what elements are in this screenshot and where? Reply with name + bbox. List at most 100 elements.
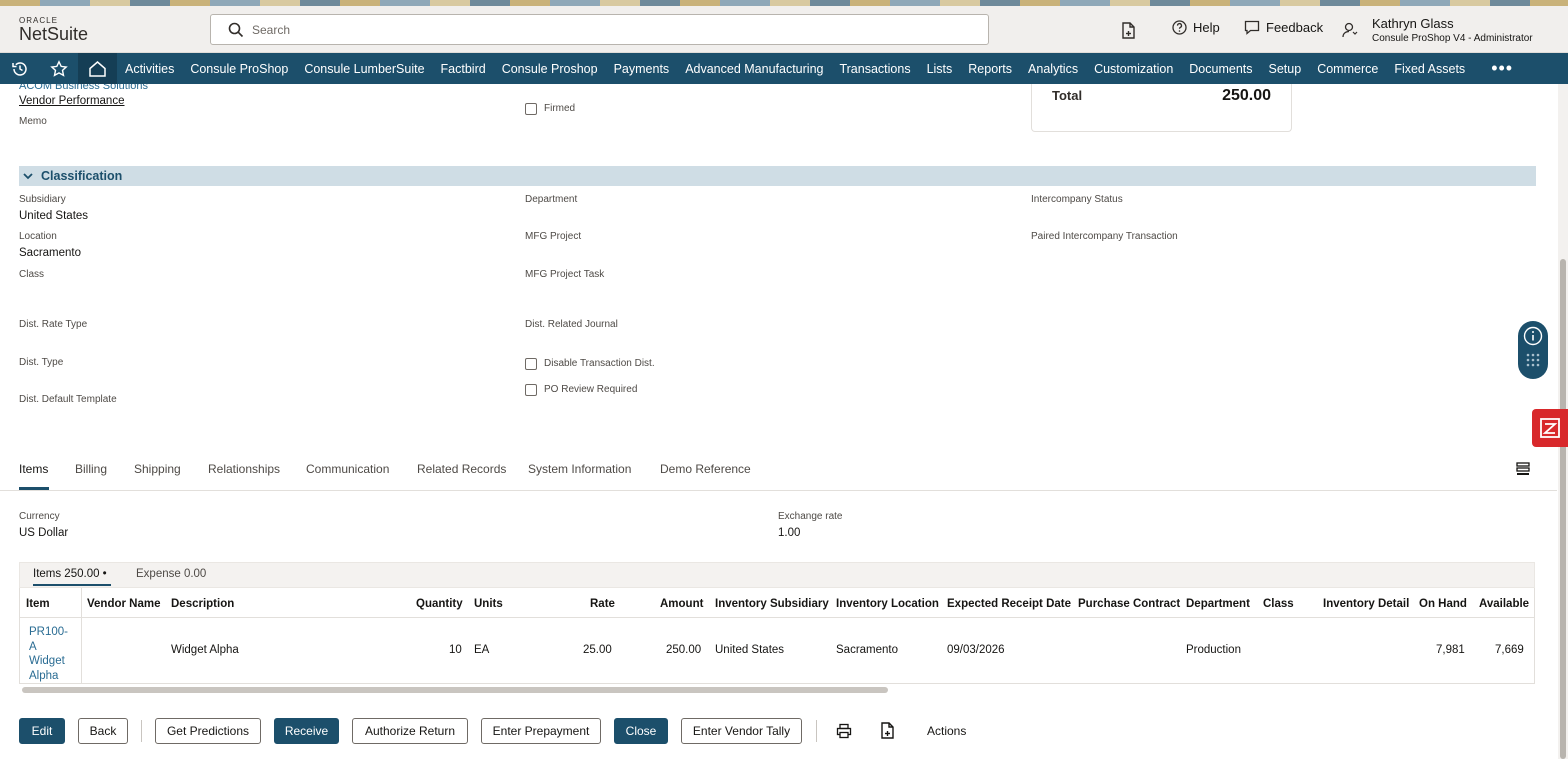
location-label: Location xyxy=(19,231,57,242)
receive-button[interactable]: Receive xyxy=(274,718,339,744)
user-menu[interactable]: Kathryn Glass Consule ProShop V4 - Admin… xyxy=(1342,16,1533,44)
new-document-icon[interactable] xyxy=(880,722,895,739)
netsuite-logo[interactable]: ORACLE NetSuite xyxy=(19,16,99,45)
grid-column-divider xyxy=(81,588,82,684)
firmed-label: Firmed xyxy=(544,103,576,114)
nav-consule-proshop-2[interactable]: Consule Proshop xyxy=(494,53,606,84)
intercompany-status-label: Intercompany Status xyxy=(1031,194,1123,205)
vendor-link[interactable]: ACOM Business Solutions xyxy=(19,84,148,92)
classification-section-header[interactable]: Classification xyxy=(19,166,1536,186)
tab-billing[interactable]: Billing xyxy=(75,462,107,476)
col-header-purchase-contract[interactable]: Purchase Contract xyxy=(1078,598,1180,610)
nav-transactions[interactable]: Transactions xyxy=(831,53,918,84)
col-header-quantity[interactable]: Quantity xyxy=(416,598,463,610)
tab-related-records[interactable]: Related Records xyxy=(417,462,506,476)
nav-more-button[interactable]: ••• xyxy=(1473,58,1531,79)
disable-transaction-dist-checkbox[interactable] xyxy=(525,358,537,370)
nav-commerce[interactable]: Commerce xyxy=(1309,53,1386,84)
dist-related-journal-label: Dist. Related Journal xyxy=(525,319,618,330)
chevron-down-icon xyxy=(23,173,33,180)
user-role: Consule ProShop V4 - Administrator xyxy=(1372,33,1533,44)
nav-payments[interactable]: Payments xyxy=(606,53,678,84)
cell-expected-receipt-date: 09/03/2026 xyxy=(947,644,1005,656)
favorites-button[interactable] xyxy=(39,53,78,84)
subtab-items[interactable]: Items 250.00 • xyxy=(33,568,107,580)
home-icon xyxy=(89,60,106,77)
col-header-item[interactable]: Item xyxy=(26,598,50,610)
col-header-description[interactable]: Description xyxy=(171,598,234,610)
tab-shipping[interactable]: Shipping xyxy=(134,462,181,476)
col-header-units[interactable]: Units xyxy=(474,598,503,610)
recent-records-button[interactable] xyxy=(0,53,39,84)
col-header-expected-receipt-date[interactable]: Expected Receipt Date xyxy=(947,598,1071,610)
nav-lists[interactable]: Lists xyxy=(919,53,961,84)
home-button[interactable] xyxy=(78,53,117,84)
search-input[interactable] xyxy=(252,20,952,40)
class-label: Class xyxy=(19,269,45,280)
get-predictions-button[interactable]: Get Predictions xyxy=(155,718,261,744)
total-label: Total xyxy=(1052,88,1083,103)
active-subtab-indicator xyxy=(33,584,111,586)
firmed-checkbox[interactable] xyxy=(525,103,537,115)
scrollbar-thumb[interactable] xyxy=(1560,259,1566,759)
global-search[interactable] xyxy=(210,14,989,45)
col-header-on-hand[interactable]: On Hand xyxy=(1419,598,1467,610)
nav-customization[interactable]: Customization xyxy=(1086,53,1181,84)
tab-system-information[interactable]: System Information xyxy=(528,462,631,476)
cell-units: EA xyxy=(474,644,490,656)
nav-advanced-manufacturing[interactable]: Advanced Manufacturing xyxy=(677,53,831,84)
nav-setup[interactable]: Setup xyxy=(1261,53,1310,84)
department-label: Department xyxy=(525,194,578,205)
nav-factbird[interactable]: Factbird xyxy=(433,53,494,84)
cell-inventory-subsidiary: United States xyxy=(715,644,785,656)
tab-communication[interactable]: Communication xyxy=(306,462,389,476)
cell-on-hand: 7,981 xyxy=(1436,644,1465,656)
enter-prepayment-button[interactable]: Enter Prepayment xyxy=(481,718,601,744)
top-header: ORACLE NetSuite Help Feedback Kathryn Gl… xyxy=(0,6,1568,53)
col-header-inventory-detail[interactable]: Inventory Detail xyxy=(1323,598,1409,610)
layout-toggle-icon[interactable] xyxy=(1516,462,1530,476)
close-button[interactable]: Close xyxy=(614,718,668,744)
grid-horizontal-scrollbar[interactable] xyxy=(22,687,888,693)
col-header-inventory-subsidiary[interactable]: Inventory Subsidiary xyxy=(715,598,829,610)
nav-consule-proshop[interactable]: Consule ProShop xyxy=(182,53,296,84)
enter-vendor-tally-button[interactable]: Enter Vendor Tally xyxy=(681,718,802,744)
print-icon[interactable] xyxy=(836,723,852,739)
search-icon xyxy=(228,22,244,38)
help-button[interactable]: Help xyxy=(1172,20,1220,35)
tab-demo-reference[interactable]: Demo Reference xyxy=(660,462,751,476)
nav-fixed-assets[interactable]: Fixed Assets xyxy=(1386,53,1473,84)
edit-button[interactable]: Edit xyxy=(19,718,65,744)
floating-info-widget[interactable] xyxy=(1518,321,1548,379)
subsidiary-value: United States xyxy=(19,210,89,222)
col-header-amount[interactable]: Amount xyxy=(660,598,703,610)
nav-reports[interactable]: Reports xyxy=(960,53,1020,84)
subtab-expense[interactable]: Expense 0.00 xyxy=(136,568,206,580)
feedback-button[interactable]: Feedback xyxy=(1244,20,1323,35)
col-header-vendor-name[interactable]: Vendor Name xyxy=(87,598,161,610)
authorize-return-button[interactable]: Authorize Return xyxy=(352,718,468,744)
zendesk-widget-button[interactable] xyxy=(1532,409,1568,447)
col-header-available[interactable]: Available xyxy=(1479,598,1529,610)
help-icon xyxy=(1172,20,1187,35)
item-link[interactable]: PR100-A Widget Alpha xyxy=(29,625,75,683)
col-header-class[interactable]: Class xyxy=(1263,598,1294,610)
memo-label: Memo xyxy=(19,116,47,127)
back-button[interactable]: Back xyxy=(78,718,128,744)
col-header-inventory-location[interactable]: Inventory Location xyxy=(836,598,939,610)
nav-consule-lumbersuite[interactable]: Consule LumberSuite xyxy=(296,53,432,84)
nav-documents[interactable]: Documents xyxy=(1181,53,1260,84)
new-document-icon[interactable] xyxy=(1121,22,1136,39)
col-header-rate[interactable]: Rate xyxy=(590,598,615,610)
col-header-department[interactable]: Department xyxy=(1186,598,1250,610)
cell-quantity: 10 xyxy=(449,644,462,656)
cell-amount: 250.00 xyxy=(666,644,702,656)
nav-analytics[interactable]: Analytics xyxy=(1020,53,1086,84)
tab-relationships[interactable]: Relationships xyxy=(208,462,280,476)
tab-items[interactable]: Items xyxy=(19,462,48,476)
nav-activities[interactable]: Activities xyxy=(117,53,182,84)
vendor-performance-link[interactable]: Vendor Performance xyxy=(19,95,124,107)
feedback-icon xyxy=(1244,20,1260,35)
po-review-required-checkbox[interactable] xyxy=(525,384,537,396)
actions-menu[interactable]: Actions xyxy=(927,724,966,738)
